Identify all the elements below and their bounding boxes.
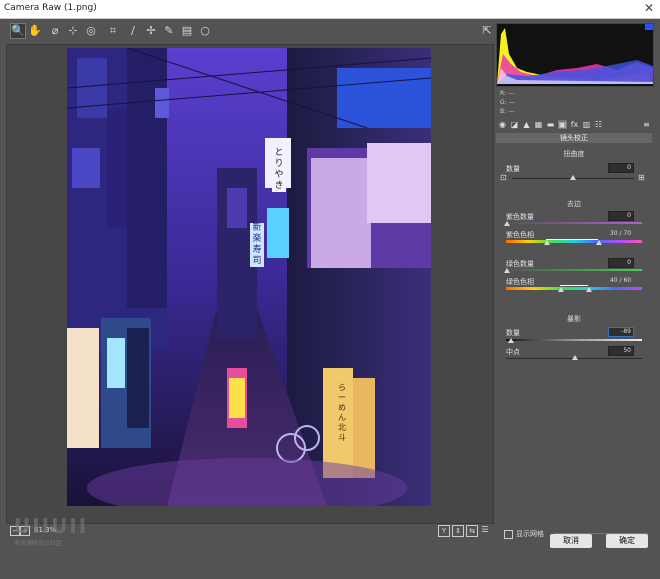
watermark-tag: 考研源码设计社区: [14, 540, 63, 547]
purple-amount-value[interactable]: 0: [608, 211, 634, 221]
distortion-amount-label: 数量: [506, 165, 520, 173]
view-toggle-icon[interactable]: Y: [438, 525, 450, 537]
control-panel: R: --- G: --- B: --- ◉ ◪ ▲ ▦ ▬ ▣ fx ▥ ☷ …: [490, 19, 660, 579]
green-hue-thumb-high[interactable]: [586, 287, 592, 292]
defringe-heading: 去边: [567, 200, 581, 208]
purple-hue-value[interactable]: 30 / 70: [610, 230, 631, 237]
spot-removal-tool-icon[interactable]: ✢: [144, 24, 158, 38]
b-label: B:: [500, 108, 507, 115]
shop-sign-1: 新楽寿司: [250, 223, 264, 267]
purple-amount-label: 紫色数量: [506, 213, 534, 221]
show-grid-label: 显示网格: [516, 530, 544, 538]
shop-sign-3: らーめん北斗: [338, 383, 346, 442]
radial-filter-tool-icon[interactable]: ○: [198, 24, 212, 38]
hsl-tab-icon[interactable]: ▦: [534, 120, 543, 129]
distortion-heading: 扭曲度: [563, 150, 585, 158]
green-hue-label: 绿色色相: [506, 278, 534, 286]
green-hue-value[interactable]: 40 / 60: [610, 277, 631, 284]
straighten-tool-icon[interactable]: ∕: [126, 24, 140, 38]
adjustment-brush-tool-icon[interactable]: ▤: [180, 24, 194, 38]
vignetting-heading: 暴影: [567, 315, 581, 323]
midpoint-value[interactable]: 50: [608, 346, 634, 356]
panel-title: 镜头校正: [496, 133, 652, 143]
green-amount-label: 绿色数量: [506, 260, 534, 268]
g-value: ---: [508, 99, 516, 106]
watermark-brand: UIIUII: [14, 514, 89, 538]
detail-tab-icon[interactable]: ▲: [522, 120, 531, 129]
vignetting-amount-value[interactable]: -89: [608, 327, 634, 337]
crop-tool-icon[interactable]: ⌗: [106, 24, 120, 38]
g-label: G:: [500, 99, 507, 106]
rgb-readout: R: --- G: --- B: ---: [500, 89, 515, 116]
targeted-adjustment-tool-icon[interactable]: ◎: [84, 24, 98, 38]
purple-hue-thumb-high[interactable]: [596, 240, 602, 245]
r-value: ---: [507, 90, 515, 97]
green-amount-value[interactable]: 0: [608, 258, 634, 268]
green-hue-range: [560, 285, 588, 286]
green-amount-thumb[interactable]: [504, 268, 510, 273]
vignetting-amount-label: 数量: [506, 329, 520, 337]
toolbar: 🔍 ✋ ⌀ ⊹ ◎ ⌗ ∕ ✢ ✎ ▤ ○ ⇱: [8, 23, 498, 41]
tone-curve-tab-icon[interactable]: ◪: [510, 120, 519, 129]
green-amount-track[interactable]: [506, 269, 642, 271]
midpoint-thumb[interactable]: [572, 355, 578, 360]
basic-tab-icon[interactable]: ◉: [498, 120, 507, 129]
b-value: ---: [508, 108, 515, 115]
hand-tool-icon[interactable]: ✋: [28, 24, 42, 38]
zoom-tool-icon[interactable]: 🔍: [10, 23, 26, 39]
show-grid-checkbox[interactable]: [504, 530, 513, 539]
ok-button[interactable]: 确定: [606, 534, 648, 548]
histogram: [496, 23, 654, 87]
purple-amount-thumb[interactable]: [504, 221, 510, 226]
distortion-thumb[interactable]: [570, 175, 576, 180]
purple-amount-track[interactable]: [506, 222, 642, 224]
grid-left-icon[interactable]: ⊡: [500, 173, 507, 182]
white-balance-tool-icon[interactable]: ⌀: [48, 24, 62, 38]
lens-corrections-tab-icon[interactable]: ▣: [558, 120, 567, 129]
grid-right-icon[interactable]: ⊞: [638, 173, 645, 182]
vignetting-amount-thumb[interactable]: [508, 338, 514, 343]
distortion-amount-value[interactable]: 0: [608, 163, 634, 173]
midpoint-label: 中点: [506, 348, 520, 356]
purple-hue-label: 紫色色相: [506, 231, 534, 239]
window-title: Camera Raw (1.png): [4, 3, 97, 13]
effects-tab-icon[interactable]: fx: [570, 120, 579, 129]
red-eye-tool-icon[interactable]: ✎: [162, 24, 176, 38]
shop-sign-2: とりやき: [272, 148, 286, 192]
before-after-icon[interactable]: ⇕: [452, 525, 464, 537]
cancel-button[interactable]: 取消: [550, 534, 592, 548]
alley-photo: [67, 48, 431, 506]
vignetting-amount-track[interactable]: [506, 339, 642, 341]
presets-tab-icon[interactable]: ☷: [594, 120, 603, 129]
purple-hue-range: [546, 239, 598, 240]
settings-icon[interactable]: ☰: [480, 525, 490, 535]
purple-hue-track[interactable]: [506, 240, 642, 243]
title-bar: Camera Raw (1.png) ✕: [0, 0, 660, 19]
camera-raw-window: 🔍 ✋ ⌀ ⊹ ◎ ⌗ ∕ ✢ ✎ ▤ ○ ⇱ 新楽寿司 とりやき らーめん北斗…: [0, 19, 660, 560]
panel-menu-icon[interactable]: ≡: [642, 120, 651, 129]
green-hue-thumb-low[interactable]: [558, 287, 564, 292]
color-sampler-tool-icon[interactable]: ⊹: [66, 24, 80, 38]
purple-hue-thumb-low[interactable]: [544, 240, 550, 245]
photo-preview: 新楽寿司 とりやき らーめん北斗: [67, 48, 431, 506]
watermark: UIIUII 考研源码设计社区: [14, 514, 88, 547]
camera-calibration-tab-icon[interactable]: ▥: [582, 120, 591, 129]
image-preview-area[interactable]: 新楽寿司 とりやき らーめん北斗: [6, 44, 494, 524]
r-label: R:: [500, 90, 507, 97]
swap-icon[interactable]: ⇆: [466, 525, 478, 537]
panel-tabs: ◉ ◪ ▲ ▦ ▬ ▣ fx ▥ ☷ ≡: [496, 120, 652, 132]
close-icon[interactable]: ✕: [644, 1, 654, 15]
split-toning-tab-icon[interactable]: ▬: [546, 120, 555, 129]
histogram-graph: [497, 24, 653, 84]
green-hue-track[interactable]: [506, 287, 642, 290]
